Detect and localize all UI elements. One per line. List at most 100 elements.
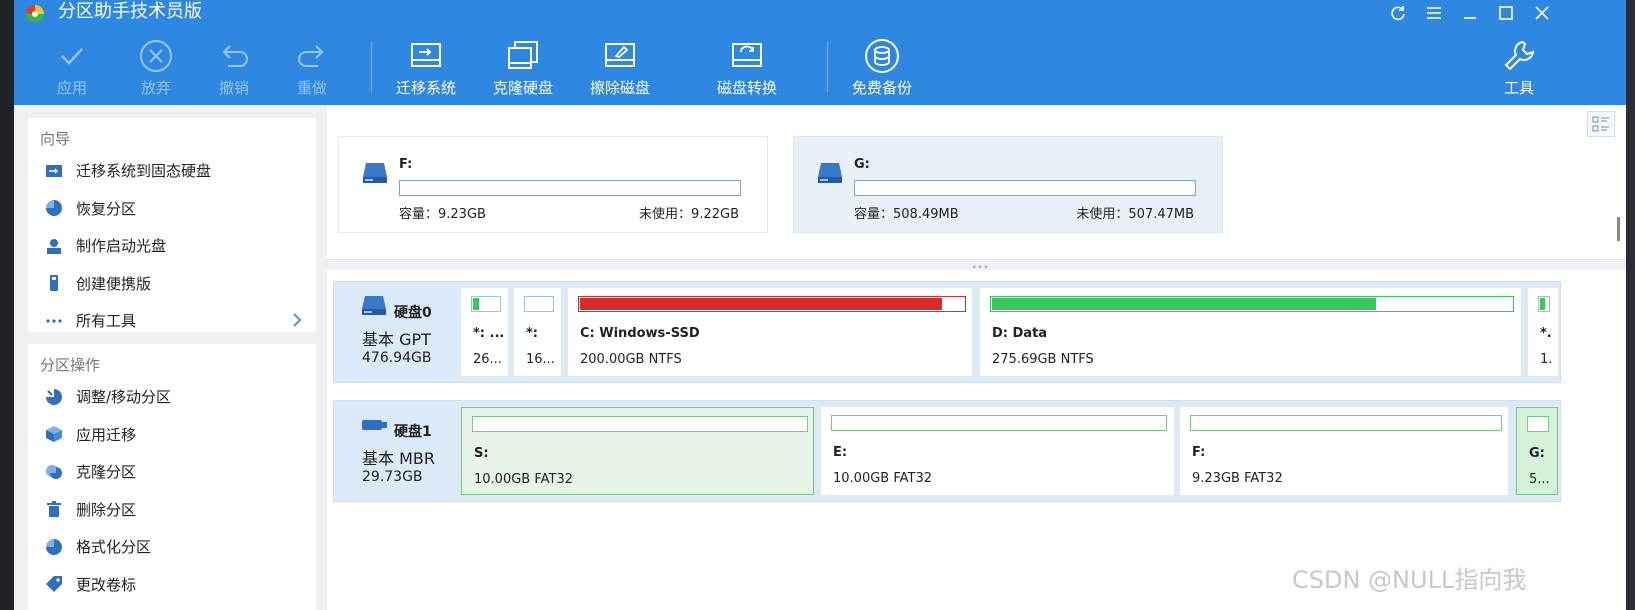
partition-usage-bar: [1190, 415, 1502, 431]
migrate-system-button[interactable]: 迁移系统: [386, 36, 466, 102]
disk-name: 硬盘1: [394, 424, 432, 440]
trash-icon: [44, 499, 64, 519]
migrate-label: 迁移系统: [395, 79, 456, 97]
partition-usage-bar: [471, 296, 501, 312]
partition-block[interactable]: *: ... 26...: [461, 288, 508, 376]
partition-block-e[interactable]: E: 10.00GB FAT32: [821, 407, 1174, 495]
volume-card-g[interactable]: G: 容量：508.49MB 未使用：507.47MB: [793, 136, 1223, 233]
wizard-item-portable-version[interactable]: 创建便携版: [28, 265, 316, 303]
clone-disk-button[interactable]: 克隆硬盘: [483, 36, 563, 102]
app-title: 分区助手技术员版: [58, 1, 202, 22]
tools-button[interactable]: 工具: [1484, 36, 1554, 102]
partition-block-g[interactable]: G: 5...: [1516, 407, 1558, 495]
title-bar: 分区助手技术员版: [14, 0, 1626, 26]
format-partition-icon: [44, 537, 64, 557]
menu-button[interactable]: [1416, 0, 1452, 26]
op-clone-partition[interactable]: 克隆分区: [28, 453, 316, 491]
partition-block-f[interactable]: F: 9.23GB FAT32: [1180, 407, 1508, 495]
wizard-item-label: 迁移系统到固态硬盘: [76, 162, 212, 181]
partition-info: 10.00GB FAT32: [474, 472, 573, 487]
free-backup-button[interactable]: 免费备份: [842, 36, 922, 102]
vertical-scrollbar[interactable]: [1617, 217, 1620, 241]
disk-row-1[interactable]: 硬盘1 基本 MBR 29.73GB S: 10.00GB FAT32 E: 1…: [333, 400, 1561, 502]
partition-usage-fill: [580, 298, 942, 310]
volume-free: 未使用：9.22GB: [639, 207, 739, 222]
partition-block-s[interactable]: S: 10.00GB FAT32: [461, 407, 814, 495]
op-label: 更改卷标: [76, 575, 137, 594]
migrate-system-icon: [411, 43, 441, 67]
maximize-button[interactable]: [1488, 0, 1524, 26]
op-app-migrate[interactable]: 应用迁移: [28, 416, 316, 454]
op-label: 格式化分区: [76, 538, 152, 557]
view-toggle-button[interactable]: [1587, 111, 1615, 137]
wizard-panel: 向导 迁移系统到固态硬盘 恢复分区 制作启动光盘 创建便携版 所有工具: [28, 118, 316, 332]
undo-icon: [222, 45, 248, 67]
partition-name: F:: [1192, 445, 1206, 460]
op-format-partition[interactable]: 格式化分区: [28, 528, 316, 566]
volume-card-f[interactable]: F: 容量：9.23GB 未使用：9.22GB: [338, 136, 768, 233]
undo-button[interactable]: 撤销: [194, 36, 274, 102]
pane-splitter[interactable]: •••: [327, 260, 1626, 272]
minimize-button[interactable]: [1452, 0, 1488, 26]
drive-icon: [363, 163, 387, 183]
volume-name: G:: [854, 157, 870, 172]
app-window: 分区助手技术员版 应用 放弃 撤销 重做 迁移系统 克隆硬盘 擦除磁盘 磁盘转换…: [14, 0, 1626, 610]
wizard-item-all-tools[interactable]: 所有工具: [28, 302, 316, 340]
disk-type: 基本 MBR: [362, 449, 435, 468]
op-label: 调整/移动分区: [76, 388, 172, 407]
resize-move-icon: [44, 387, 64, 407]
partition-block-d[interactable]: D: Data 275.69GB NTFS: [980, 288, 1521, 376]
usb-drive-icon: [362, 420, 387, 430]
partition-name: *: ...: [473, 326, 505, 341]
convert-disk-button[interactable]: 磁盘转换: [707, 36, 787, 102]
main-area: F: 容量：9.23GB 未使用：9.22GB G: 容量：508.49MB 未…: [327, 105, 1626, 610]
tools-label: 工具: [1503, 79, 1534, 97]
op-change-label[interactable]: 更改卷标: [28, 566, 316, 604]
discard-button[interactable]: 放弃: [116, 36, 196, 102]
partition-name: G:: [1529, 446, 1545, 461]
partition-block[interactable]: *: 16...: [514, 288, 561, 376]
op-resize-move[interactable]: 调整/移动分区: [28, 378, 316, 416]
wizard-item-bootable-media[interactable]: 制作启动光盘: [28, 227, 316, 265]
clone-disk-label: 克隆硬盘: [492, 79, 553, 97]
partition-name: *:: [526, 326, 538, 341]
portable-version-icon: [44, 273, 64, 293]
wipe-disk-icon: [605, 43, 635, 67]
op-delete-partition[interactable]: 删除分区: [28, 491, 316, 529]
wizard-heading: 向导: [40, 130, 71, 148]
partition-usage-bar: [524, 296, 554, 312]
close-button[interactable]: [1524, 0, 1560, 26]
tag-icon: [44, 574, 64, 594]
disk-info: 硬盘0 基本 GPT 476.94GB: [334, 282, 460, 382]
wizard-item-label: 创建便携版: [76, 274, 152, 293]
wizard-item-label: 制作启动光盘: [76, 237, 167, 256]
discard-label: 放弃: [140, 79, 171, 97]
apply-button[interactable]: 应用: [32, 36, 112, 102]
partition-usage-bar: [472, 416, 808, 432]
backup-label: 免费备份: [851, 79, 912, 97]
partition-block[interactable]: *. 1.: [1528, 288, 1558, 376]
wrench-icon: [1504, 40, 1535, 71]
partition-usage-bar: [1538, 296, 1550, 312]
wizard-item-migrate-ssd[interactable]: 迁移系统到固态硬盘: [28, 152, 316, 190]
redo-button[interactable]: 重做: [272, 36, 352, 102]
apply-label: 应用: [56, 79, 87, 97]
wipe-disk-button[interactable]: 擦除磁盘: [580, 36, 660, 102]
disk-size: 476.94GB: [362, 350, 432, 366]
partition-block-c[interactable]: C: Windows-SSD 200.00GB NTFS: [568, 288, 972, 376]
check-icon: [61, 48, 83, 65]
refresh-button[interactable]: [1380, 0, 1416, 26]
list-view-icon: [1592, 116, 1609, 132]
clone-partition-icon: [44, 462, 64, 482]
undo-label: 撤销: [218, 79, 249, 97]
volume-name: F:: [399, 157, 413, 172]
disk-type: 基本 GPT: [362, 330, 431, 349]
disk-size: 29.73GB: [362, 469, 423, 485]
wizard-item-recover-partition[interactable]: 恢复分区: [28, 190, 316, 228]
recover-partition-icon: [44, 198, 64, 218]
partition-name: S:: [474, 446, 489, 461]
redo-icon: [298, 45, 324, 67]
disk-name: 硬盘0: [394, 305, 432, 321]
disk-row-0[interactable]: 硬盘0 基本 GPT 476.94GB *: ... 26... *: 16..…: [333, 281, 1561, 383]
partition-usage-bar: [990, 296, 1514, 312]
